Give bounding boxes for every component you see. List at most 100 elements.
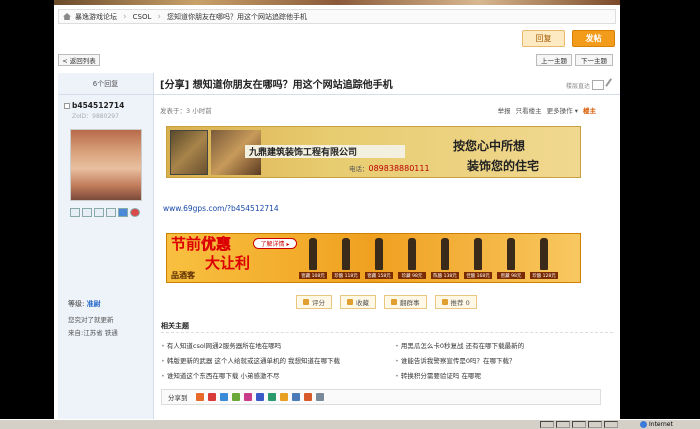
share-button[interactable]: 翻群事 xyxy=(384,295,427,309)
back-to-list-button[interactable]: < 返回列表 xyxy=(58,54,100,66)
baidu-icon[interactable] xyxy=(291,393,300,401)
netease-icon[interactable] xyxy=(279,393,288,401)
author-location: 来自:江苏省 铁通 xyxy=(68,329,118,337)
star-icon xyxy=(347,299,353,305)
more-share-icon[interactable] xyxy=(315,393,324,401)
post-title: [分享] 想知道你朋友在哪吗？用这个网站追踪他手机 xyxy=(160,80,393,91)
ad-details-button[interactable]: 了解详情 ▸ xyxy=(253,238,297,249)
wine-bottles: 窖藏 108元 珍酿 118元 窖藏 158元 珍藏 98元 陈酿 138元 佳… xyxy=(299,236,558,280)
sohu-icon[interactable] xyxy=(267,393,276,401)
wine-bottle: 窖藏 98元 xyxy=(497,236,525,280)
thumb-icon xyxy=(303,299,309,305)
related-threads-list: 有人知道csol网通2服务器所在地在哪吗 用黑瓜怎么卡0秒复战 还有在哪下载最新… xyxy=(161,332,613,380)
jump-floor-input[interactable] xyxy=(592,80,604,90)
wine-bottle: 珍酿 118元 xyxy=(332,236,360,280)
taobao-icon[interactable] xyxy=(303,393,312,401)
wine-bottle: 窖藏 108元 xyxy=(299,236,327,280)
post-link[interactable]: www.69gps.com/?b454512714 xyxy=(163,204,279,213)
more-actions-menu[interactable]: 更多操作 ▾ xyxy=(547,105,578,115)
globe-icon xyxy=(640,421,647,428)
ad-slogan-1: 按您心中所想 xyxy=(453,139,526,153)
weibo-icon[interactable] xyxy=(207,393,216,401)
douban-icon[interactable] xyxy=(255,393,264,401)
wine-bottle: 珍藏 98元 xyxy=(398,236,426,280)
recommend-button[interactable]: 推荐 0 xyxy=(434,295,477,309)
wine-bottle: 窖藏 158元 xyxy=(365,236,393,280)
renren-icon[interactable] xyxy=(231,393,240,401)
avatar[interactable] xyxy=(70,129,142,201)
kaixin-icon[interactable] xyxy=(243,393,252,401)
ad-phone: 电话：089838880111 xyxy=(349,163,430,173)
qzone-icon[interactable] xyxy=(195,393,204,401)
profile-icon[interactable] xyxy=(70,208,80,217)
author-name[interactable]: b454512714 xyxy=(64,101,124,110)
top-banner xyxy=(54,0,620,5)
author-level: 等级: 准尉 xyxy=(68,299,101,309)
prev-thread-button[interactable]: 上一主题 xyxy=(536,54,572,66)
ad-phone-number: 089838880111 xyxy=(368,164,430,173)
floor-label: 楼主 xyxy=(583,107,596,115)
breadcrumb-thread[interactable]: 您知道你朋友在哪吗？用这个网站追踪他手机 xyxy=(167,12,307,22)
report-link[interactable]: 举报 xyxy=(498,105,511,115)
wine-bottle: 陈酿 138元 xyxy=(431,236,459,280)
chevron-right-icon: › xyxy=(123,11,127,22)
reply-button[interactable]: 回复 xyxy=(522,30,565,47)
page-background xyxy=(620,0,700,429)
chevron-right-icon: › xyxy=(157,11,161,22)
zone-label: Internet xyxy=(649,421,673,428)
blog-icon[interactable] xyxy=(106,208,116,217)
ad-slogan-2: 装饰您的住宅 xyxy=(467,159,540,173)
message-icon[interactable] xyxy=(94,208,104,217)
ad-headline-2: 大让利 xyxy=(205,254,251,272)
room-photo xyxy=(170,130,208,175)
status-cells xyxy=(540,421,618,428)
home-icon[interactable] xyxy=(63,13,71,20)
ad-headline-1: 节前 xyxy=(171,235,202,253)
related-thread-link[interactable]: 用黑瓜怎么卡0秒复战 还有在哪下载最新的 xyxy=(395,340,613,350)
reply-count: 6个回复 xyxy=(58,73,153,95)
post-meta: 发表于：3 小时前 xyxy=(160,107,212,115)
ad-headline: 节前优惠 xyxy=(171,235,232,253)
decoration-ad-banner[interactable]: 九鼎建筑装饰工程有限公司 电话：089838880111 按您心中所想 装饰您的… xyxy=(166,126,581,178)
pin-icon[interactable] xyxy=(605,78,618,91)
post-tools: 举报 只看楼主 更多操作 ▾ 楼主 xyxy=(498,105,596,115)
browser-status-bar: Internet xyxy=(0,419,700,429)
author-note: 您究对了就更新 xyxy=(68,316,114,324)
wine-bottle: 珍酿 128元 xyxy=(530,236,558,280)
add-friend-icon[interactable] xyxy=(82,208,92,217)
related-thread-link[interactable]: 有人知道csol网通2服务器所在地在哪吗 xyxy=(161,340,379,350)
album-icon[interactable] xyxy=(118,208,128,217)
share-label: 分享到 xyxy=(168,394,188,402)
related-threads-title: 相关主题 xyxy=(161,322,189,330)
jump-floor-label: 楼层直达 xyxy=(565,83,590,90)
breadcrumb: 暴逸游戏论坛 › CSOL › 您知道你朋友在哪吗？用这个网站追踪他手机 xyxy=(58,9,616,24)
security-zone: Internet xyxy=(640,421,673,428)
related-thread-link[interactable]: 谁能告诉我警察宣传是0吗？在哪下载？ xyxy=(395,355,613,365)
author-only-link[interactable]: 只看楼主 xyxy=(516,105,542,115)
qq-icon[interactable] xyxy=(130,208,140,217)
related-thread-link[interactable]: 转换积分需要验证吗 在哪呢 xyxy=(395,370,613,380)
tencent-weibo-icon[interactable] xyxy=(219,393,228,401)
author-name-label[interactable]: b454512714 xyxy=(72,101,124,110)
ad-headline-1b: 优惠 xyxy=(201,235,232,253)
related-thread-link[interactable]: 韩版更新的武器 这个人给就或这通单机的 我想知道在哪下载 xyxy=(161,355,379,365)
author-sidebar: 6个回复 b454512714 ZoID：9880297 等级: 准尉 您究对了… xyxy=(58,73,154,429)
forum-page: 暴逸游戏论坛 › CSOL › 您知道你朋友在哪吗？用这个网站追踪他手机 回复 … xyxy=(54,0,620,429)
related-thread-link[interactable]: 谁知道这个东西在哪下载 小弟感激不尽 xyxy=(161,370,379,380)
level-label: 等级: xyxy=(68,300,85,308)
post-actions: 评分 收藏 翻群事 推荐 0 xyxy=(296,295,477,309)
new-post-button[interactable]: 发帖 xyxy=(572,30,615,47)
level-value[interactable]: 准尉 xyxy=(87,300,101,308)
share-bar: 分享到 xyxy=(161,389,601,405)
wine-ad-banner[interactable]: 节前优惠 大让利 品酒客 了解详情 ▸ 窖藏 108元 珍酿 118元 窖藏 1… xyxy=(166,233,581,283)
rate-button[interactable]: 评分 xyxy=(296,295,332,309)
wine-bottle: 佳酿 168元 xyxy=(464,236,492,280)
share-icon xyxy=(391,299,397,305)
breadcrumb-board[interactable]: CSOL xyxy=(133,13,152,21)
author-actions xyxy=(70,208,140,217)
collect-button[interactable]: 收藏 xyxy=(340,295,376,309)
next-thread-button[interactable]: 下一主题 xyxy=(575,54,613,66)
post-header: [分享] 想知道你朋友在哪吗？用这个网站追踪他手机 楼层直达 xyxy=(154,73,620,95)
breadcrumb-forum[interactable]: 暴逸游戏论坛 xyxy=(75,12,117,22)
select-checkbox[interactable] xyxy=(64,102,70,109)
